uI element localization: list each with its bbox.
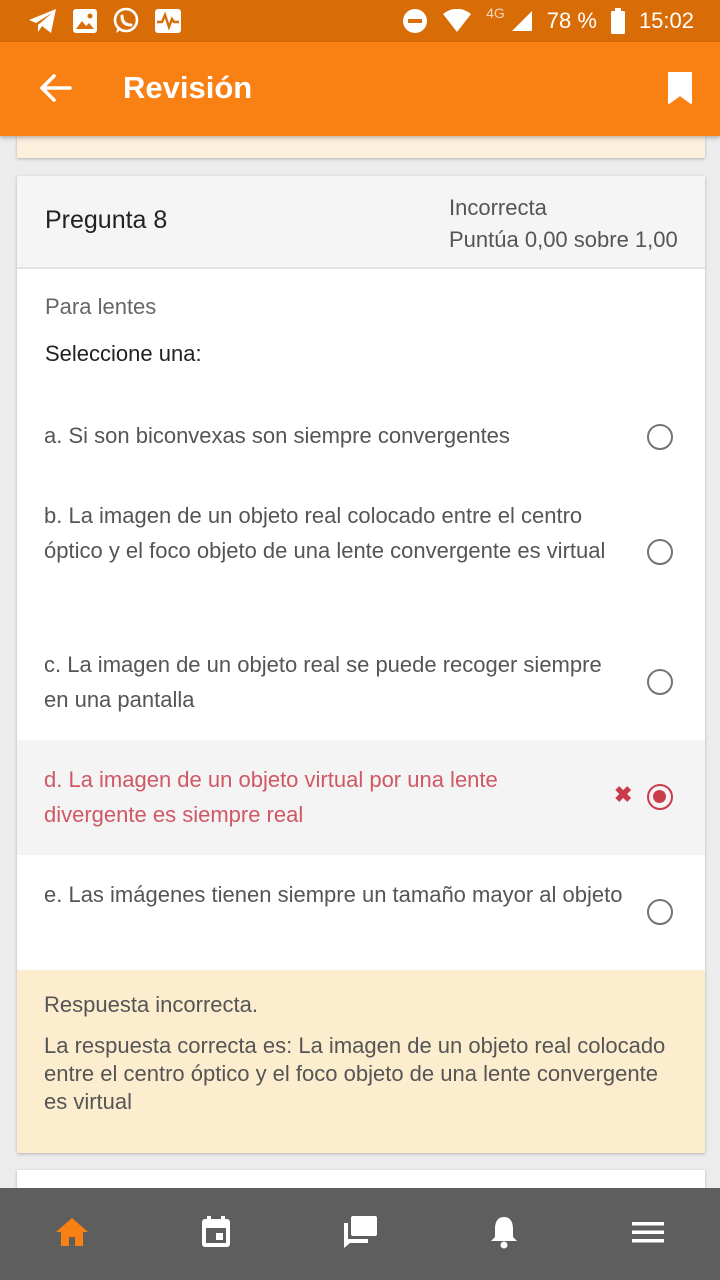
messages-icon [342, 1215, 378, 1254]
question-status: Incorrecta Puntúa 0,00 sobre 1,00 [449, 192, 678, 256]
radio-button[interactable] [647, 669, 673, 695]
question-state: Incorrecta [449, 195, 547, 220]
answer-option-a[interactable]: a. Si son biconvexas son siempre converg… [17, 390, 705, 482]
calendar-icon [200, 1215, 232, 1254]
answer-option-label: b. La imagen de un objeto real colocado … [44, 503, 606, 563]
radio-button[interactable] [647, 539, 673, 565]
radio-button[interactable] [647, 424, 673, 450]
answer-option-e[interactable]: e. Las imágenes tienen siempre un tamaño… [17, 855, 705, 970]
question-text: Para lentes [45, 294, 157, 319]
arrow-left-icon [40, 73, 72, 107]
feedback-title: Respuesta incorrecta. [44, 992, 258, 1017]
question-header: Pregunta 8 Incorrecta Puntúa 0,00 sobre … [17, 176, 705, 269]
clock: 15:02 [638, 8, 694, 33]
answer-option-label: c. La imagen de un objeto real se puede … [44, 652, 602, 712]
app-bar: Revisión [0, 42, 720, 136]
nav-calendar[interactable] [144, 1188, 288, 1280]
status-bar: 4G 78 % 15:02 [0, 0, 720, 42]
nav-notifications[interactable] [432, 1188, 576, 1280]
gallery-icon [72, 8, 98, 34]
radio-button[interactable] [647, 899, 673, 925]
battery-text: 78 % [546, 8, 597, 33]
correct-answer-text: La respuesta correcta es: La imagen de u… [44, 1033, 666, 1114]
page-title: Revisión [123, 70, 253, 105]
bottom-navigation [0, 1188, 720, 1280]
home-icon [55, 1216, 89, 1253]
answer-option-label: d. La imagen de un objeto virtual por un… [44, 767, 498, 827]
whatsapp-icon [112, 7, 140, 35]
bookmark-button[interactable] [660, 68, 700, 112]
question-prompt: Seleccione una: [45, 341, 202, 366]
telegram-icon [28, 8, 58, 34]
radio-button-selected[interactable] [647, 784, 673, 810]
signal-icon [511, 10, 533, 32]
question-number: Pregunta 8 [45, 206, 168, 234]
answer-option-c[interactable]: c. La imagen de un objeto real se puede … [17, 624, 705, 740]
activity-icon [154, 8, 182, 34]
question-card: Pregunta 8 Incorrecta Puntúa 0,00 sobre … [17, 176, 705, 1153]
answer-option-label: e. Las imágenes tienen siempre un tamaño… [44, 882, 623, 907]
do-not-disturb-icon [402, 8, 428, 34]
question-grade: Puntúa 0,00 sobre 1,00 [449, 227, 678, 252]
back-button[interactable] [34, 68, 78, 112]
nav-messages[interactable] [288, 1188, 432, 1280]
nav-home[interactable] [0, 1188, 144, 1280]
battery-icon [610, 8, 625, 34]
answer-option-label: a. Si son biconvexas son siempre converg… [44, 423, 510, 448]
answer-option-b[interactable]: b. La imagen de un objeto real colocado … [17, 482, 705, 624]
incorrect-x-icon: ✖ [614, 782, 633, 807]
nav-menu[interactable] [576, 1188, 720, 1280]
bookmark-icon [667, 71, 693, 110]
answer-option-d[interactable]: d. La imagen de un objeto virtual por un… [17, 740, 705, 855]
wifi-icon [442, 9, 472, 33]
bell-icon [489, 1215, 519, 1254]
feedback-box: Respuesta incorrecta. La respuesta corre… [17, 970, 705, 1153]
menu-icon [632, 1220, 664, 1249]
previous-question-card [17, 136, 705, 158]
network-type: 4G [486, 5, 505, 21]
